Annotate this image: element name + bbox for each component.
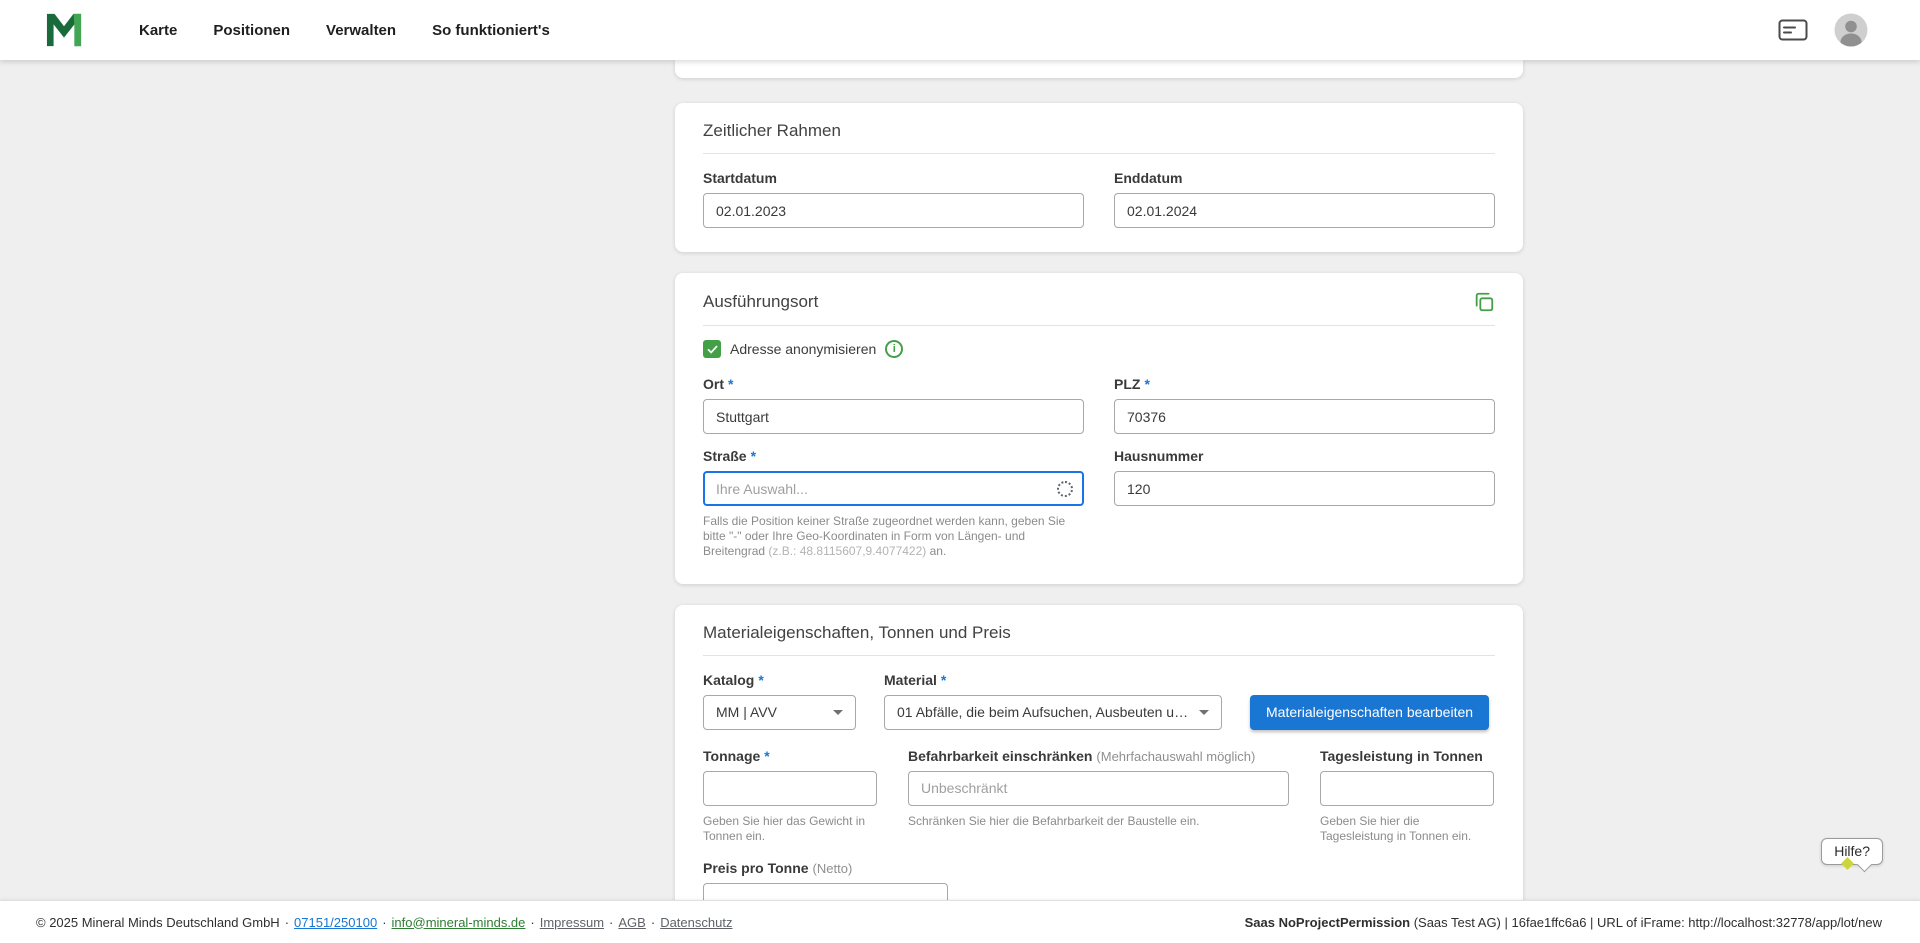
preis-field: Preis pro Tonne(Netto) (703, 860, 948, 900)
plz-input[interactable] (1114, 399, 1495, 434)
nav-item-karte[interactable]: Karte (139, 22, 177, 39)
plz-label: PLZ* (1114, 376, 1495, 392)
material-select[interactable]: 01 Abfälle, die beim Aufsuchen, Ausbeute… (884, 695, 1222, 730)
tonnage-input[interactable] (703, 771, 877, 806)
tagesleistung-hint: Geben Sie hier die Tagesleistung in Tonn… (1320, 814, 1494, 844)
loading-spinner-icon (1057, 481, 1073, 497)
check-icon (706, 343, 719, 356)
footer: © 2025 Mineral Minds Deutschland GmbH·07… (0, 900, 1920, 943)
top-navbar: Karte Positionen Verwalten So funktionie… (0, 0, 1920, 60)
section-title-material: Materialeigenschaften, Tonnen und Preis (703, 623, 1495, 643)
mineral-minds-logo-icon (45, 12, 83, 48)
section-title-ausfuehrungsort: Ausführungsort (703, 292, 818, 312)
strasse-label: Straße* (703, 448, 1084, 464)
tonnage-row: Tonnage* Geben Sie hier das Gewicht in T… (703, 748, 1495, 844)
startdatum-input[interactable] (703, 193, 1084, 228)
chevron-down-icon (1199, 710, 1209, 715)
card-zeitlicher-rahmen: Zeitlicher Rahmen Startdatum Enddatum (675, 103, 1523, 252)
brand-logo[interactable] (45, 12, 83, 48)
material-label: Material* (884, 672, 1222, 688)
ort-plz-row: Ort* PLZ* (703, 376, 1495, 434)
footer-phone-link[interactable]: 07151/250100 (294, 915, 377, 930)
hausnummer-label: Hausnummer (1114, 448, 1495, 464)
nav-item-positionen[interactable]: Positionen (213, 22, 290, 39)
anonymize-checkbox[interactable] (703, 340, 721, 358)
footer-datenschutz-link[interactable]: Datenschutz (660, 915, 732, 930)
anonymize-label: Adresse anonymisieren (730, 341, 876, 357)
info-icon[interactable]: i (885, 340, 903, 358)
befahrbarkeit-input[interactable] (908, 771, 1289, 806)
preis-row: Preis pro Tonne(Netto) (703, 860, 1495, 900)
enddatum-input[interactable] (1114, 193, 1495, 228)
strasse-input[interactable] (703, 471, 1084, 506)
divider (703, 325, 1495, 326)
help-button[interactable]: Hilfe? (1821, 838, 1883, 865)
help-button-label: Hilfe? (1834, 843, 1870, 859)
ort-field: Ort* (703, 376, 1084, 434)
tonnage-field: Tonnage* Geben Sie hier das Gewicht in T… (703, 748, 877, 844)
startdatum-field: Startdatum (703, 170, 1084, 228)
billing-card-button[interactable] (1778, 19, 1808, 41)
divider (703, 655, 1495, 656)
befahrbarkeit-hint: Schränken Sie hier die Befahrbarkeit der… (908, 814, 1289, 829)
material-field: Material* 01 Abfälle, die beim Aufsuchen… (884, 672, 1222, 730)
ort-label: Ort* (703, 376, 1084, 392)
enddatum-field: Enddatum (1114, 170, 1495, 228)
katalog-field: Katalog* MM | AVV (703, 672, 856, 730)
footer-tenant-details: (Saas Test AG) | 16fae1ffc6a6 | URL of i… (1410, 915, 1882, 930)
startdatum-label: Startdatum (703, 170, 1084, 186)
tagesleistung-field: Tagesleistung in Tonnen Geben Sie hier d… (1320, 748, 1494, 844)
tagesleistung-input[interactable] (1320, 771, 1494, 806)
katalog-material-row: Katalog* MM | AVV Material* 01 Abfälle, … (703, 672, 1495, 730)
divider (703, 153, 1495, 154)
materialeigenschaften-bearbeiten-button[interactable]: Materialeigenschaften bearbeiten (1250, 695, 1489, 730)
strasse-field: Straße* Falls die Position keiner Straße… (703, 448, 1084, 560)
strasse-hint: Falls die Position keiner Straße zugeord… (703, 514, 1081, 560)
katalog-select-value: MM | AVV (716, 704, 777, 720)
tonnage-label: Tonnage* (703, 748, 877, 764)
footer-agb-link[interactable]: AGB (618, 915, 645, 930)
strasse-input-wrap (703, 471, 1084, 506)
nav-item-so-funktionierts[interactable]: So funktioniert's (432, 22, 550, 39)
section-title-zeitlicher-rahmen: Zeitlicher Rahmen (703, 121, 1495, 141)
ort-input[interactable] (703, 399, 1084, 434)
katalog-select[interactable]: MM | AVV (703, 695, 856, 730)
footer-tenant-name: Saas NoProjectPermission (1245, 915, 1410, 930)
footer-environment-info: Saas NoProjectPermission (Saas Test AG) … (1245, 915, 1882, 930)
main-scroll-area: Zeitlicher Rahmen Startdatum Enddatum Au… (0, 60, 1920, 900)
tagesleistung-label: Tagesleistung in Tonnen (1320, 748, 1494, 764)
preis-input[interactable] (703, 883, 948, 900)
navbar-right (1778, 13, 1868, 47)
footer-email-link[interactable]: info@mineral-minds.de (392, 915, 526, 930)
enddatum-label: Enddatum (1114, 170, 1495, 186)
timeframe-row: Startdatum Enddatum (703, 170, 1495, 228)
user-avatar[interactable] (1834, 13, 1868, 47)
hausnummer-input[interactable] (1114, 471, 1495, 506)
hausnummer-field: Hausnummer (1114, 448, 1495, 560)
credit-card-icon (1778, 19, 1808, 41)
befahrbarkeit-field: Befahrbarkeit einschränken(Mehrfachauswa… (908, 748, 1289, 844)
form-column: Zeitlicher Rahmen Startdatum Enddatum Au… (675, 60, 1523, 900)
footer-copyright: © 2025 Mineral Minds Deutschland GmbH (36, 915, 280, 930)
ausfuehrungsort-title-row: Ausführungsort (703, 291, 1495, 313)
anonymize-row: Adresse anonymisieren i (703, 340, 1495, 358)
card-materialeigenschaften: Materialeigenschaften, Tonnen und Preis … (675, 605, 1523, 900)
footer-left: © 2025 Mineral Minds Deutschland GmbH·07… (36, 915, 732, 930)
katalog-label: Katalog* (703, 672, 856, 688)
preis-label: Preis pro Tonne(Netto) (703, 860, 948, 876)
card-ausfuehrungsort: Ausführungsort Adresse anonymisieren i (675, 273, 1523, 584)
tonnage-hint: Geben Sie hier das Gewicht in Tonnen ein… (703, 814, 877, 844)
chevron-down-icon (833, 710, 843, 715)
card-partial-top (675, 60, 1523, 78)
material-select-value: 01 Abfälle, die beim Aufsuchen, Ausbeute… (897, 704, 1191, 720)
plz-field: PLZ* (1114, 376, 1495, 434)
nav-item-verwalten[interactable]: Verwalten (326, 22, 396, 39)
copy-icon[interactable] (1473, 291, 1495, 313)
main-nav: Karte Positionen Verwalten So funktionie… (139, 22, 550, 39)
footer-impressum-link[interactable]: Impressum (540, 915, 604, 930)
person-icon (1834, 13, 1868, 47)
strasse-hausnummer-row: Straße* Falls die Position keiner Straße… (703, 448, 1495, 560)
befahrbarkeit-label: Befahrbarkeit einschränken(Mehrfachauswa… (908, 748, 1289, 764)
